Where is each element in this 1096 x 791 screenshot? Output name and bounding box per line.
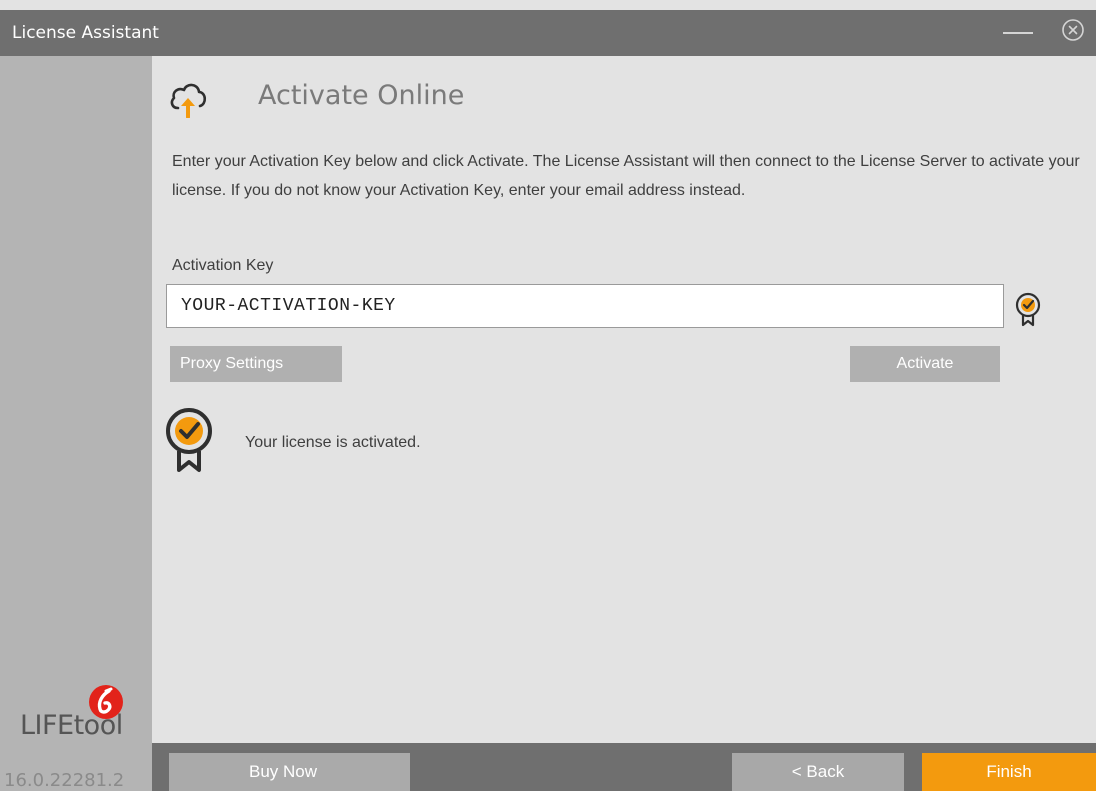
instructions-text: Enter your Activation Key below and clic… [172,153,1080,199]
close-icon[interactable] [1061,18,1085,42]
license-activated-icon [166,408,212,472]
activation-key-label: Activation Key [172,257,274,274]
version-label: 16.0.22281.2 [4,770,125,791]
bottom-bar: Buy Now < Back Finish [152,743,1096,791]
title-bar: License Assistant [0,10,1096,56]
activation-key-input[interactable] [166,284,1004,328]
minimize-icon[interactable] [1003,20,1033,46]
cloud-upload-icon [170,83,207,118]
license-assistant-window: License Assistant LIFEtool 16.0.22281.2 … [0,0,1096,791]
logo-text: LIFEtool [20,710,123,741]
window-title: License Assistant [12,23,159,43]
lifetool-logo: LIFEtool [14,682,146,746]
activation-status-text: Your license is activated. [245,434,421,451]
sidebar: LIFEtool 16.0.22281.2 [0,56,152,791]
finish-button[interactable]: Finish [922,753,1096,791]
certificate-check-icon [1015,292,1041,327]
buy-now-button[interactable]: Buy Now [169,753,410,791]
activate-button[interactable]: Activate [850,346,1000,382]
page-title: Activate Online [258,80,465,111]
back-button[interactable]: < Back [732,753,904,791]
proxy-settings-button[interactable]: Proxy Settings [170,346,342,382]
main-panel: Activate Online Enter your Activation Ke… [152,56,1096,743]
